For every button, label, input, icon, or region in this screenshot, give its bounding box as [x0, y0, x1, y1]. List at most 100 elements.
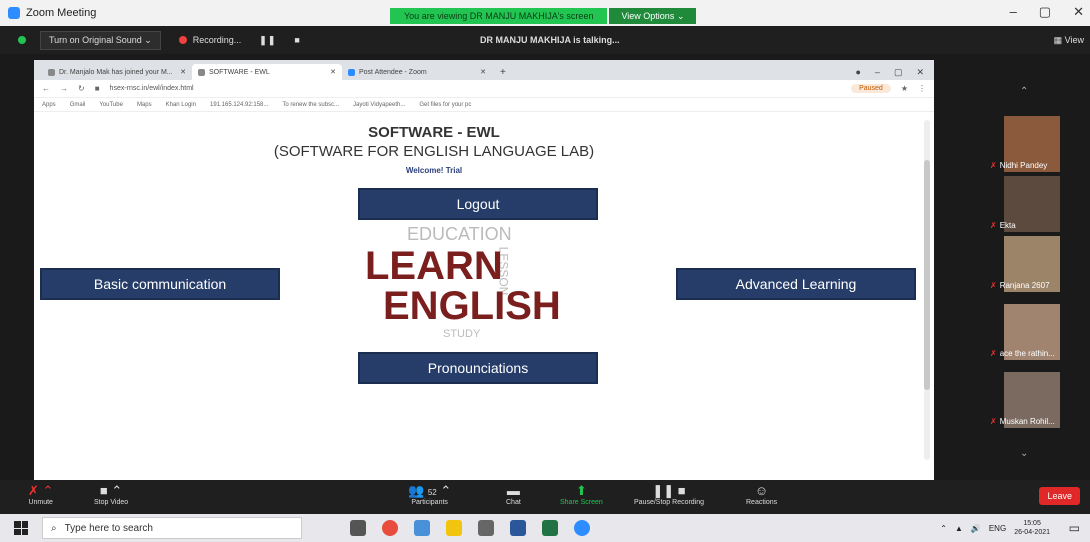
bookmarks-bar: Apps Gmail YouTube Maps Khan Login 191.1… [34, 98, 934, 112]
muted-mic-icon: ✗ [990, 417, 997, 426]
wordcloud-english: ENGLISH [383, 284, 561, 328]
new-tab-icon[interactable]: + [492, 67, 514, 80]
file-explorer-icon[interactable] [446, 520, 462, 536]
share-banner: You are viewing DR MANJU MAKHIJA's scree… [390, 8, 697, 24]
url-field[interactable]: hsex-rnsc.in/ewl/index.html [110, 85, 194, 92]
menu-icon[interactable]: ⋮ [918, 84, 926, 93]
unmute-label: Unmute [28, 499, 53, 506]
browser-close-button[interactable]: ✕ [916, 67, 924, 78]
pause-recording-icon[interactable]: ❚❚ [259, 35, 276, 46]
participant-tile[interactable]: ✗ Muskan Rohil... [968, 372, 1086, 428]
profile-paused-button[interactable]: Paused [851, 84, 891, 93]
reload-icon[interactable]: ↻ [78, 84, 85, 93]
notification-icon[interactable]: ▭ [1069, 521, 1080, 535]
globe-favicon-icon [198, 68, 205, 76]
bookmark-item[interactable]: Gmail [70, 102, 86, 108]
scrollbar-thumb[interactable] [924, 160, 930, 390]
participant-name: ace the rathin... [999, 349, 1055, 358]
unmute-button[interactable]: ✗ ⌃ Unmute [28, 483, 53, 506]
stop-recording-icon[interactable]: ■ [294, 35, 300, 45]
bookmark-item[interactable]: To renew the subsc... [282, 102, 339, 108]
bookmark-item[interactable]: YouTube [99, 102, 123, 108]
participant-tile[interactable]: ✗ ace the rathin... [968, 304, 1086, 360]
participant-name-tag: ✗ Ekta [990, 221, 1016, 230]
volume-icon[interactable]: 🔊 [971, 524, 981, 533]
task-view-icon[interactable] [350, 520, 366, 536]
taskbar-clock[interactable]: 15:05 26-04-2021 [1014, 519, 1050, 537]
logout-button[interactable]: Logout [358, 188, 598, 220]
zoom-app-icon[interactable] [574, 520, 590, 536]
word-icon[interactable] [510, 520, 526, 536]
view-options-button[interactable]: View Options ⌄ [609, 8, 697, 24]
participant-tile[interactable]: ✗ Ranjana 2607 [968, 236, 1086, 292]
excel-icon[interactable] [542, 520, 558, 536]
language-indicator[interactable]: ENG [989, 524, 1006, 533]
pronunciations-button[interactable]: Pronounciations [358, 352, 598, 384]
windows-start-icon[interactable] [14, 521, 28, 535]
close-tab-icon[interactable]: ✕ [180, 68, 186, 76]
active-speaker-label: DR MANJU MAKHIJA is talking... [480, 35, 620, 45]
close-tab-icon[interactable]: ✕ [480, 68, 486, 76]
bookmark-item[interactable]: Khan Login [166, 102, 196, 108]
search-placeholder: Type here to search [64, 522, 153, 534]
chat-button[interactable]: ▬ Chat [506, 483, 521, 506]
forward-icon[interactable]: → [60, 84, 68, 93]
lock-icon: ■ [94, 84, 100, 93]
network-icon[interactable]: ▲ [955, 524, 963, 533]
calculator-icon[interactable] [478, 520, 494, 536]
system-tray: ⌃ ▲ 🔊 ENG 15:05 26-04-2021 [940, 519, 1050, 537]
zoom-title-bar: Zoom Meeting You are viewing DR MANJU MA… [0, 0, 1090, 26]
browser-minimize-button[interactable]: – [875, 67, 880, 78]
page-subtitle: (SOFTWARE FOR ENGLISH LANGUAGE LAB) [273, 143, 595, 160]
browser-tab[interactable]: Post Attendee - Zoom ✕ [342, 64, 492, 80]
close-tab-icon[interactable]: ✕ [330, 68, 336, 76]
advanced-learning-button[interactable]: Advanced Learning [676, 268, 916, 300]
participant-tile[interactable]: ✗ Nidhi Pandey [968, 116, 1086, 172]
muted-mic-icon: ✗ [990, 349, 997, 358]
participant-name-tag: ✗ Muskan Rohil... [990, 417, 1055, 426]
tab-label: SOFTWARE - EWL [209, 68, 270, 76]
search-app-icon[interactable] [414, 520, 430, 536]
participants-icon: 👥 52 ⌃ [408, 483, 452, 498]
window-title: Zoom Meeting [26, 7, 97, 19]
gmail-favicon-icon [48, 68, 55, 76]
participants-count: 52 [427, 488, 437, 497]
participants-button[interactable]: 👥 52 ⌃ Participants [408, 483, 451, 506]
bookmark-item[interactable]: Get files for your pc [419, 102, 471, 108]
view-button[interactable]: ▦ View [1054, 35, 1084, 46]
back-icon[interactable]: ← [42, 84, 50, 93]
pause-stop-recording-button[interactable]: ❚❚ ■ Pause/Stop Recording [634, 483, 704, 506]
stop-video-button[interactable]: ■ ⌃ Stop Video [94, 483, 128, 506]
chrome-icon[interactable] [382, 520, 398, 536]
tray-chevron-icon[interactable]: ⌃ [940, 524, 947, 533]
original-sound-button[interactable]: Turn on Original Sound ⌄ [40, 30, 161, 50]
browser-record-icon[interactable]: ● [855, 67, 860, 78]
bookmark-item[interactable]: Jayoti Vidyapeeth... [353, 102, 405, 108]
browser-maximize-button[interactable]: ▢ [894, 67, 903, 78]
share-screen-button[interactable]: ⬆ Share Screen [560, 483, 603, 506]
bookmark-item[interactable]: Maps [137, 102, 152, 108]
participant-tile[interactable]: ✗ Ekta [968, 176, 1086, 232]
page-title: SOFTWARE - EWL [368, 124, 500, 141]
star-icon[interactable]: ★ [901, 84, 908, 93]
clock-date: 26-04-2021 [1014, 529, 1050, 536]
bookmark-item[interactable]: Apps [42, 102, 56, 108]
participant-name: Muskan Rohil... [999, 417, 1055, 426]
clock-time: 15:05 [1023, 520, 1041, 527]
view-label: View [1064, 34, 1084, 45]
page-scrollbar[interactable] [924, 120, 930, 460]
bookmark-item[interactable]: 191.165.124.92:158... [210, 102, 268, 108]
minimize-button[interactable]: – [1010, 4, 1017, 20]
security-shield-icon[interactable] [18, 36, 26, 44]
browser-tab-active[interactable]: SOFTWARE - EWL ✕ [192, 64, 342, 80]
browser-tab[interactable]: Dr. Manjalo Mak has joined your M... ✕ [42, 64, 192, 80]
taskbar-search-box[interactable]: ⌕ Type here to search [42, 517, 302, 539]
chevron-down-icon[interactable]: ⌄ [1020, 448, 1028, 459]
leave-button[interactable]: Leave [1039, 487, 1080, 505]
close-button[interactable]: ✕ [1073, 4, 1084, 20]
reactions-button[interactable]: ☺ Reactions [746, 483, 777, 506]
reactions-label: Reactions [746, 499, 778, 506]
chevron-up-icon[interactable]: ⌃ [1020, 86, 1028, 97]
maximize-button[interactable]: ▢ [1039, 4, 1051, 20]
basic-communication-button[interactable]: Basic communication [40, 268, 280, 300]
